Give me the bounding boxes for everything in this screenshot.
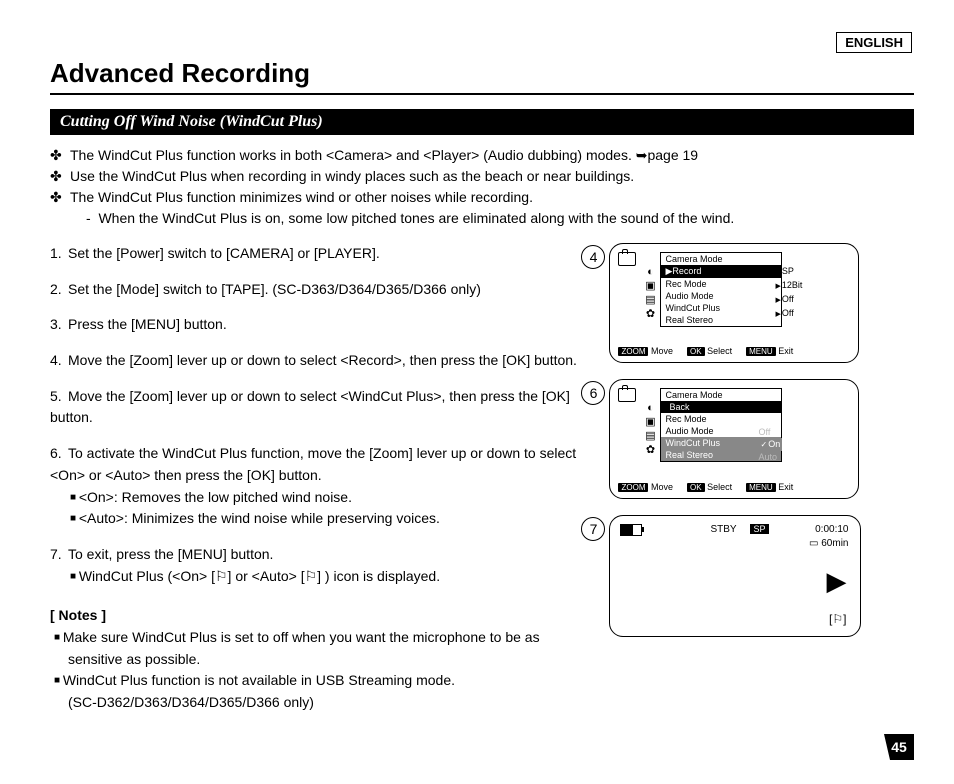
nav-icon: ◐ [640, 266, 660, 279]
step-3: Press the [MENU] button. [68, 316, 227, 332]
step-5: Move the [Zoom] lever up or down to sele… [50, 388, 570, 426]
tape-icon: ▤ [640, 294, 660, 307]
language-indicator: ENGLISH [836, 32, 912, 53]
val-sp: SP [775, 265, 802, 279]
menu-title-6: Camera Mode [661, 389, 781, 401]
opt-auto: Auto [758, 451, 782, 463]
tape-icon: ▤ [640, 430, 660, 443]
battery-icon [620, 524, 642, 536]
menu-windcut: WindCut Plus [661, 302, 781, 314]
val-off1: Off [775, 293, 802, 307]
figures-column: 4 ◐ ▣ ▤ ✿ Camera Mode ▶Record Re [579, 243, 914, 714]
step-2: Set the [Mode] switch to [TAPE]. (SC-D36… [68, 281, 481, 297]
intro-line-2: Use the WindCut Plus when recording in w… [70, 166, 634, 187]
menu-realstereo: Real Stereo [661, 314, 781, 326]
figure-number-6: 6 [581, 381, 605, 405]
step-6a: To activate the WindCut Plus function, m… [50, 445, 576, 483]
val-12bit: 12Bit [775, 279, 802, 293]
camera-icon [618, 252, 636, 266]
page-number: 45 [884, 734, 914, 760]
menu-audiomode: Audio Mode [661, 290, 781, 302]
intro-sub: When the WindCut Plus is on, some low pi… [98, 210, 734, 226]
intro-block: ✤The WindCut Plus function works in both… [50, 145, 914, 229]
status-min: ▭ 60min [809, 538, 848, 549]
step-6b: <On>: Removes the low pitched wind noise… [84, 487, 579, 509]
section-heading: Cutting Off Wind Noise (WindCut Plus) [50, 109, 914, 135]
play-icon: ▶ [826, 566, 846, 597]
intro-line-1: The WindCut Plus function works in both … [70, 145, 698, 166]
status-time: 0:00:10 [815, 524, 848, 535]
menu-back: Back [661, 401, 781, 413]
page-title: Advanced Recording [50, 58, 914, 95]
figure-7: 7 STBY SP 0:00:10 ▭ 60min ▶ [⚐] [589, 515, 914, 637]
menu-recmode-6: Rec Mode [661, 413, 781, 425]
opt-on: On [758, 438, 782, 451]
step-6c: <Auto>: Minimizes the wind noise while p… [84, 508, 579, 530]
menu-record: Record [672, 266, 701, 276]
note-1: Make sure WindCut Plus is set to off whe… [68, 627, 579, 670]
windcut-icon: [⚐] [829, 612, 846, 626]
menu-title: Camera Mode [661, 253, 781, 265]
figure-number-4: 4 [581, 245, 605, 269]
camcorder-icon: ▣ [640, 416, 660, 429]
ok-tag: OK [687, 347, 705, 356]
camcorder-icon: ▣ [640, 280, 660, 293]
step-4: Move the [Zoom] lever up or down to sele… [68, 352, 577, 368]
notes-header: [ Notes ] [50, 605, 579, 627]
note-2b: (SC-D362/D363/D364/D365/D366 only) [68, 692, 579, 714]
menu-recmode: Rec Mode [661, 278, 781, 290]
nav-icon: ◐ [640, 402, 660, 415]
step-7a: To exit, press the [MENU] button. [68, 546, 273, 562]
gear-icon: ✿ [640, 308, 660, 321]
zoom-tag: ZOOM [618, 347, 648, 356]
figure-number-7: 7 [581, 517, 605, 541]
step-7b: WindCut Plus (<On> [⚐] or <Auto> [⚐] ) i… [84, 566, 579, 588]
notes-block: [ Notes ] Make sure WindCut Plus is set … [50, 605, 579, 713]
opt-off: Off [758, 426, 782, 438]
status-sp: SP [750, 524, 768, 534]
figure-4: 4 ◐ ▣ ▤ ✿ Camera Mode ▶Record Re [589, 243, 914, 363]
camera-icon [618, 388, 636, 402]
gear-icon: ✿ [640, 444, 660, 457]
figure-6: 6 ◐ ▣ ▤ ✿ Camera Mode Back Rec M [589, 379, 914, 499]
menu-tag: MENU [746, 347, 776, 356]
val-off2: Off [775, 307, 802, 321]
note-2: WindCut Plus function is not available i… [68, 670, 579, 692]
steps-column: 1.Set the [Power] switch to [CAMERA] or … [50, 243, 579, 714]
step-1: Set the [Power] switch to [CAMERA] or [P… [68, 245, 380, 261]
intro-line-3: The WindCut Plus function minimizes wind… [70, 187, 533, 208]
status-stby: STBY [710, 524, 736, 535]
